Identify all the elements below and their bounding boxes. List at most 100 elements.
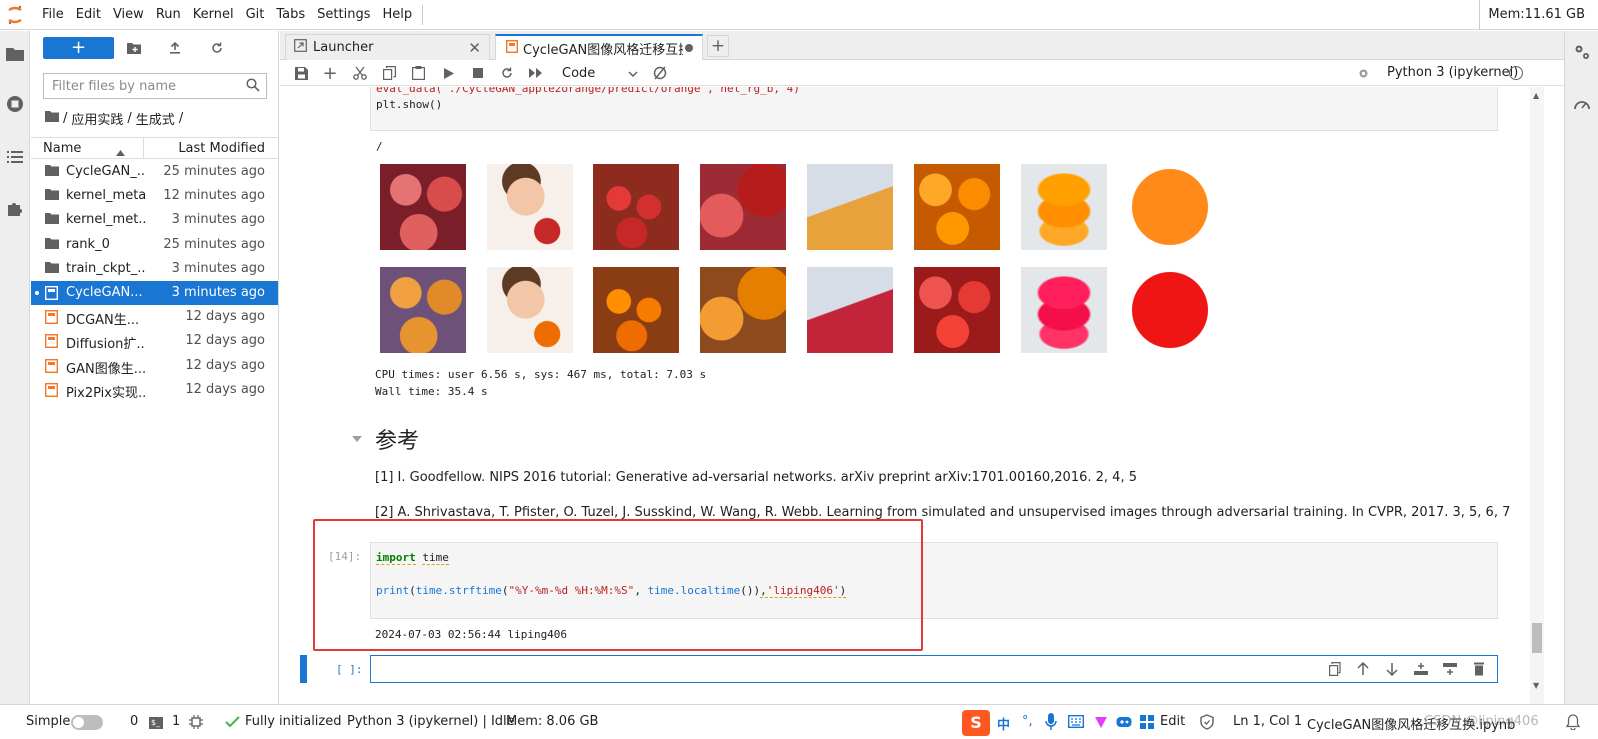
keyboard-icon[interactable] <box>1067 714 1085 732</box>
menu-settings[interactable]: Settings <box>311 0 376 30</box>
save-icon[interactable] <box>292 64 310 82</box>
ime-punctuation-icon[interactable]: °, <box>1022 714 1033 729</box>
upload-icon[interactable] <box>164 37 186 59</box>
insert-cell-below-icon[interactable] <box>1441 662 1459 680</box>
notebook-icon <box>44 334 59 349</box>
file-row[interactable]: rank_0 25 minutes ago <box>31 233 278 257</box>
scroll-down-icon[interactable]: ▼ <box>1533 681 1539 690</box>
simple-mode-toggle[interactable] <box>71 715 103 730</box>
git-diff-icon[interactable] <box>651 64 669 82</box>
highlight-box <box>313 519 923 651</box>
menu-run[interactable]: Run <box>150 0 187 30</box>
scrollbar-thumb[interactable] <box>1532 623 1542 653</box>
collapse-heading-icon[interactable] <box>352 431 362 446</box>
output-text: / <box>376 140 383 153</box>
property-inspector-gear-icon[interactable] <box>1573 43 1591 65</box>
output-image-converted-woman <box>487 267 573 353</box>
unsaved-dot-icon[interactable] <box>685 44 693 52</box>
move-cell-up-icon[interactable] <box>1354 661 1372 680</box>
cursor-position[interactable]: Ln 1, Col 1 <box>1233 714 1302 729</box>
terminal-icon[interactable]: $_ <box>149 717 163 729</box>
table-of-contents-icon[interactable] <box>5 147 25 167</box>
init-status[interactable]: Fully initialized <box>245 714 342 729</box>
status-bar: Simple 0 $_ 1 Fully initialized Python 3… <box>0 704 1598 739</box>
extension-check-icon[interactable] <box>225 715 241 733</box>
file-row[interactable]: CycleGAN... 3 minutes ago <box>31 281 278 305</box>
menu-kernel[interactable]: Kernel <box>187 0 240 30</box>
file-modified: 25 minutes ago <box>163 236 265 252</box>
left-activity-bar <box>0 31 30 704</box>
menu-help[interactable]: Help <box>377 0 419 30</box>
code-cell-previous[interactable]: eval_data('./CycleGAN_apple2orange/predi… <box>370 87 1498 131</box>
file-row[interactable]: DCGAN生... 12 days ago <box>31 305 278 329</box>
menu-git[interactable]: Git <box>240 0 271 30</box>
ime-toolbox-icon[interactable] <box>1140 715 1154 733</box>
notebook-scrollbar[interactable]: ▲ ▼ <box>1530 87 1544 704</box>
menu-view[interactable]: View <box>107 0 150 30</box>
paste-icon[interactable] <box>409 64 427 82</box>
kernel-name[interactable]: Python 3 (ipykernel) <box>1387 65 1518 80</box>
restart-run-all-icon[interactable] <box>527 64 545 82</box>
menu-file[interactable]: File <box>36 0 70 30</box>
gamepad-icon[interactable] <box>1116 715 1132 733</box>
column-last-modified[interactable]: Last Modified <box>178 141 265 156</box>
trusted-shield-icon[interactable] <box>1200 714 1214 734</box>
add-tab-icon[interactable]: + <box>707 35 729 57</box>
breadcrumb-item[interactable]: 生成式 <box>136 109 175 128</box>
file-row[interactable]: GAN图像生... 12 days ago <box>31 354 278 378</box>
file-name: DCGAN生... <box>66 313 140 329</box>
run-cell-icon[interactable] <box>440 64 458 82</box>
folder-icon[interactable] <box>5 44 25 64</box>
insert-cell-icon[interactable]: + <box>321 63 339 84</box>
tab-launcher[interactable]: Launcher ✕ <box>285 34 490 60</box>
move-cell-down-icon[interactable] <box>1383 662 1401 680</box>
running-sessions-icon[interactable] <box>5 94 25 114</box>
debugger-gauge-icon[interactable] <box>1573 95 1591 115</box>
file-row[interactable]: kernel_met... 3 minutes ago <box>31 208 278 232</box>
breadcrumb-folder-icon[interactable] <box>45 111 59 126</box>
copy-icon[interactable] <box>380 64 398 82</box>
file-row[interactable]: CycleGAN_... 25 minutes ago <box>31 160 278 184</box>
notebook-icon <box>505 39 519 57</box>
file-modified: 12 days ago <box>185 309 265 325</box>
notification-bell-icon[interactable] <box>1565 714 1581 734</box>
kernel-chip-icon[interactable] <box>189 715 203 733</box>
file-modified: 3 minutes ago <box>171 212 265 228</box>
stop-kernel-icon[interactable] <box>469 64 487 82</box>
cut-icon[interactable] <box>351 64 369 82</box>
folder-icon <box>45 237 59 252</box>
restart-kernel-icon[interactable] <box>498 64 516 82</box>
file-modified: 25 minutes ago <box>163 164 265 179</box>
column-name[interactable]: Name <box>43 141 81 156</box>
duplicate-cell-icon[interactable] <box>1325 662 1343 680</box>
refresh-icon[interactable] <box>206 37 228 59</box>
scroll-up-icon[interactable]: ▲ <box>1533 91 1539 100</box>
file-row[interactable]: Pix2Pix实现... 12 days ago <box>31 378 278 402</box>
close-tab-icon[interactable]: ✕ <box>468 39 481 57</box>
file-filter-input[interactable]: Filter files by name <box>43 73 267 99</box>
tab-cyclegan-notebook[interactable]: CycleGAN图像风格迁移互换. <box>495 34 703 60</box>
sogou-ime-icon[interactable]: S <box>962 710 990 736</box>
insert-cell-above-icon[interactable] <box>1412 662 1430 680</box>
sort-ascending-icon[interactable] <box>116 145 125 160</box>
ime-chinese-mode[interactable]: 中 <box>997 714 1010 733</box>
ime-skin-icon[interactable] <box>1093 715 1109 733</box>
kernel-status[interactable]: Python 3 (ipykernel) | Idle <box>347 714 515 729</box>
extensions-puzzle-icon[interactable] <box>5 198 25 218</box>
menu-tabs[interactable]: Tabs <box>270 0 311 30</box>
file-row[interactable]: Diffusion扩... 12 days ago <box>31 329 278 353</box>
kernel-settings-gear-icon[interactable] <box>1354 64 1372 82</box>
new-launcher-button[interactable]: + <box>43 37 114 59</box>
kernel-count: 1 <box>172 714 181 729</box>
file-row[interactable]: kernel_meta 12 minutes ago <box>31 184 278 208</box>
cell-type-select[interactable]: Code <box>562 63 638 83</box>
document-tab-bar: Launcher ✕ CycleGAN图像风格迁移互换. + <box>280 31 1564 60</box>
file-row[interactable]: train_ckpt_... 3 minutes ago <box>31 257 278 281</box>
output-image-converted-closeup <box>1127 267 1213 353</box>
terminal-count: 0 <box>130 714 139 729</box>
delete-cell-icon[interactable] <box>1470 662 1488 680</box>
breadcrumb-item[interactable]: 应用实践 <box>71 109 123 128</box>
menu-edit[interactable]: Edit <box>70 0 107 30</box>
new-folder-icon[interactable] <box>123 37 145 59</box>
microphone-icon[interactable] <box>1045 713 1057 735</box>
